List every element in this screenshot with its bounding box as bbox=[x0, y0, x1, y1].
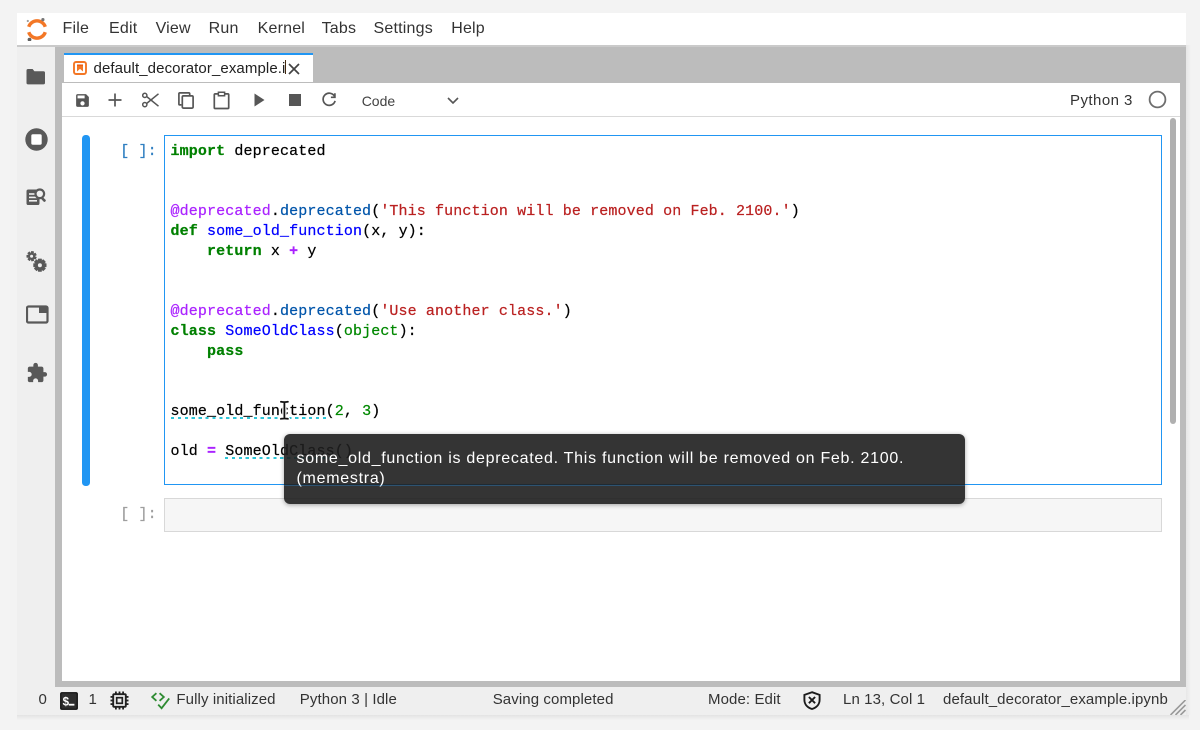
svg-text:$: $ bbox=[62, 697, 69, 709]
